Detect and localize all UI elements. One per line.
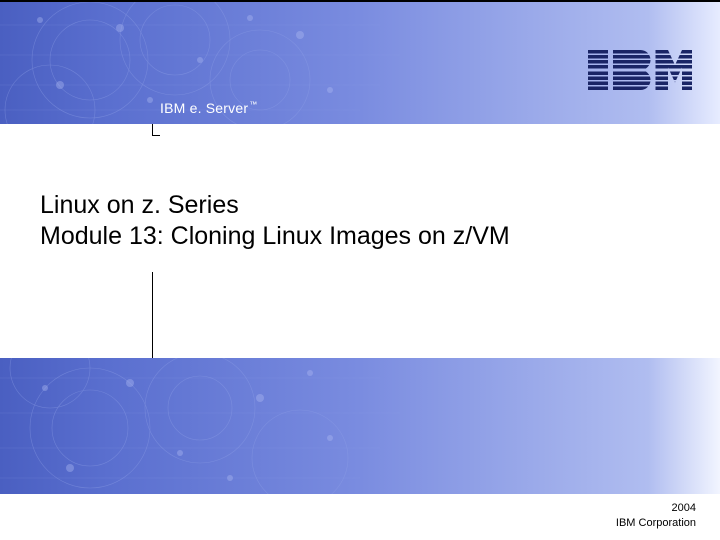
slide-root: IBM e. Server™ Linux on z. Series Module… — [0, 0, 720, 540]
trademark-symbol: ™ — [249, 100, 257, 109]
product-line-label: IBM e. Server™ — [160, 100, 257, 116]
title-line-1: Linux on z. Series — [40, 190, 510, 221]
ibm-logo-icon — [588, 50, 692, 90]
title-line-2: Module 13: Cloning Linux Images on z/VM — [40, 221, 510, 252]
footer-year: 2004 — [616, 501, 696, 515]
footer-pattern — [0, 358, 720, 494]
slide-title: Linux on z. Series Module 13: Cloning Li… — [40, 190, 510, 253]
footer-org: IBM Corporation — [616, 516, 696, 530]
header-corner-mark — [152, 124, 160, 136]
slide-footer: 2004 IBM Corporation — [616, 501, 696, 530]
header-band: IBM e. Server™ — [0, 0, 720, 124]
footer-band — [0, 358, 720, 494]
product-line-text: IBM e. Server — [160, 100, 248, 116]
title-divider — [152, 272, 153, 360]
